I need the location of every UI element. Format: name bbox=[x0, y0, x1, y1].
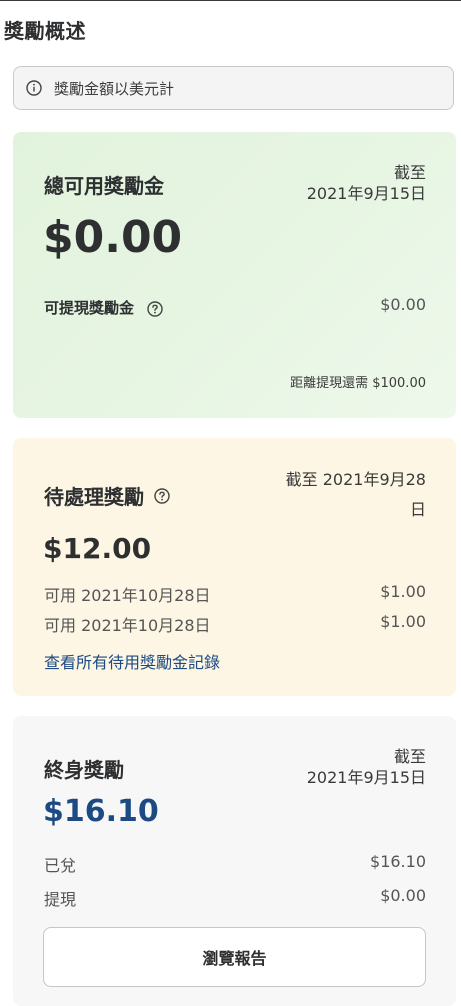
info-icon bbox=[26, 80, 42, 96]
question-circle-icon[interactable] bbox=[154, 487, 170, 504]
lifetime-asof: 截至 2021年9月15日 bbox=[307, 746, 426, 788]
lifetime-rewards-title: 終身獎勵 bbox=[44, 758, 124, 782]
pending-item-label: 可用 2021年10月28日 bbox=[44, 616, 211, 635]
asof-date: 2021年9月15日 bbox=[306, 184, 426, 203]
asof-line-2: 日 bbox=[409, 500, 426, 519]
pending-item-value: $1.00 bbox=[380, 582, 426, 601]
lifetime-amount: $16.10 bbox=[43, 794, 159, 829]
top-divider bbox=[0, 0, 461, 1]
asof-label: 截至 bbox=[393, 163, 426, 182]
pending-title-row: 待處理獎勵 bbox=[44, 481, 170, 510]
asof-line-1: 截至 2021年9月28 bbox=[285, 470, 426, 489]
available-rewards-card: 總可用獎勵金 截至 2021年9月15日 $0.00 可提現獎勵金 $0.00 … bbox=[13, 132, 456, 418]
lifetime-row-label: 已兌 bbox=[44, 856, 77, 875]
pending-rewards-card: 待處理獎勵 截至 2021年9月28 日 $12.00 可用 2021年10月2… bbox=[13, 438, 456, 696]
available-rewards-title: 總可用獎勵金 bbox=[44, 174, 164, 198]
view-report-button[interactable]: 瀏覽報告 bbox=[43, 927, 426, 987]
lifetime-row-value: $16.10 bbox=[370, 852, 426, 871]
available-amount: $0.00 bbox=[43, 212, 183, 263]
info-banner: 獎勵金額以美元計 bbox=[13, 66, 454, 110]
withdrawable-label: 可提現獎勵金 bbox=[44, 299, 135, 317]
withdrawable-label-row: 可提現獎勵金 bbox=[44, 297, 163, 318]
lifetime-row-label: 提現 bbox=[44, 890, 77, 909]
lifetime-row-value: $0.00 bbox=[380, 886, 426, 905]
withdraw-threshold-text: 距離提現還需 $100.00 bbox=[290, 376, 426, 391]
asof-date: 2021年9月15日 bbox=[306, 768, 426, 787]
info-banner-text: 獎勵金額以美元計 bbox=[54, 79, 175, 98]
pending-item-value: $1.00 bbox=[380, 612, 426, 631]
asof-label: 截至 bbox=[393, 747, 426, 766]
page-title: 獎勵概述 bbox=[4, 19, 86, 43]
view-all-pending-link[interactable]: 查看所有待用獎勵金記錄 bbox=[44, 649, 220, 673]
question-circle-icon[interactable] bbox=[147, 300, 163, 317]
pending-item-label: 可用 2021年10月28日 bbox=[44, 586, 211, 605]
available-asof: 截至 2021年9月15日 bbox=[307, 162, 426, 204]
lifetime-rewards-card: 終身獎勵 截至 2021年9月15日 $16.10 已兌 $16.10 提現 $… bbox=[13, 716, 456, 1006]
pending-asof: 截至 2021年9月28 日 bbox=[286, 465, 426, 525]
pending-rewards-title: 待處理獎勵 bbox=[44, 485, 144, 509]
pending-amount: $12.00 bbox=[43, 532, 152, 565]
withdrawable-value: $0.00 bbox=[380, 295, 426, 314]
